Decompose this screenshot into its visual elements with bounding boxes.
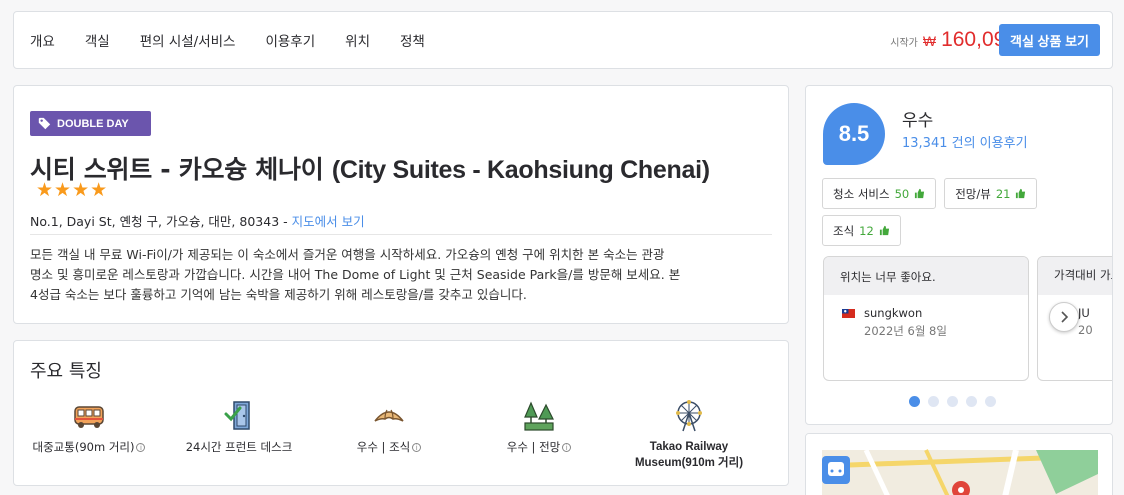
section-tabs: 개요 객실 편의 시설/서비스 이용후기 위치 정책 [30, 30, 425, 50]
hotel-info-card: DOUBLE DAY 시티 스위트 - 카오슝 체나이 (City Suites… [13, 85, 789, 324]
carousel-pagination [909, 396, 996, 407]
review-category-chips: 청소 서비스 50 전망/뷰 21 조식 12 [822, 178, 1102, 246]
review-snippet-text: 가격대비 가오숑의 나다. [1038, 257, 1112, 295]
tab-location[interactable]: 위치 [345, 30, 370, 50]
review-count-number: 13,341 [902, 136, 948, 151]
croissant-icon [374, 409, 404, 422]
description-line: 명소 및 흥미로운 레스토랑과 가깝습니다. 시간을 내어 The Dome o… [30, 267, 681, 282]
review-chip-view[interactable]: 전망/뷰 21 [944, 178, 1038, 209]
currency-symbol: ₩ [922, 33, 937, 49]
feature-label: 우수 | 전망 [506, 440, 561, 454]
review-score-badge: 8.5 [823, 103, 885, 165]
map-preview-card[interactable] [805, 433, 1113, 495]
review-chip-breakfast[interactable]: 조식 12 [822, 215, 901, 246]
feature-item: 대중교통(90m 거리) i [14, 399, 164, 471]
chip-count: 21 [995, 186, 1011, 201]
review-score-word: 우수 [902, 111, 934, 131]
address-text: No.1, Dayi St, 옌청 구, 가오슝, 대만, 80343 - [30, 214, 292, 229]
star-rating: ★ ★ ★ ★ [36, 180, 107, 200]
view-on-map-link[interactable]: 지도에서 보기 [292, 214, 365, 229]
feature-item: 우수 | 조식 i [314, 399, 464, 471]
top-nav-bar: 개요 객실 편의 시설/서비스 이용후기 위치 정책 시작가 ₩ 160,092… [13, 11, 1113, 69]
divider [30, 234, 772, 235]
tab-policies[interactable]: 정책 [400, 30, 425, 50]
review-chip-cleanliness[interactable]: 청소 서비스 50 [822, 178, 937, 209]
star-icon: ★ [72, 179, 90, 201]
review-date: 20 [1078, 323, 1093, 337]
feature-item: 24시간 프런트 데스크 [164, 399, 314, 471]
reviewer-name: JU [1078, 306, 1090, 320]
chip-label: 전망/뷰 [955, 186, 991, 201]
info-icon[interactable]: i [136, 443, 146, 452]
review-count-link[interactable]: 13,341 건의 이용후기 [902, 132, 1028, 151]
chip-count: 12 [859, 223, 874, 238]
bus-icon [74, 406, 104, 428]
view-rooms-button[interactable]: 객실 상품 보기 [999, 24, 1100, 56]
carousel-dot[interactable] [985, 396, 996, 407]
tab-facilities[interactable]: 편의 시설/서비스 [140, 30, 236, 50]
map-image [806, 434, 1112, 495]
carousel-dot[interactable] [928, 396, 939, 407]
chip-count: 50 [894, 186, 910, 201]
tag-icon [38, 117, 51, 130]
features-title: 주요 특징 [30, 361, 102, 382]
star-icon: ★ [36, 179, 54, 201]
chip-label: 청소 서비스 [833, 186, 890, 201]
promo-badge-label: DOUBLE DAY [57, 117, 129, 130]
promo-badge: DOUBLE DAY [30, 111, 151, 136]
reviewer-name: sungkwon [864, 306, 923, 320]
front-desk-door-icon [224, 401, 250, 430]
price-display: 시작가 ₩ 160,092 [890, 28, 1017, 52]
carousel-dot[interactable] [947, 396, 958, 407]
trees-view-icon [524, 401, 554, 431]
thumbs-up-icon [879, 225, 889, 236]
taiwan-flag-icon [842, 309, 855, 318]
star-icon: ★ [54, 179, 72, 201]
tab-reviews[interactable]: 이용후기 [265, 30, 315, 50]
feature-label-line: Takao Railway [649, 441, 729, 453]
feature-label: 대중교통(90m 거리) [32, 440, 135, 454]
carousel-dot[interactable] [909, 396, 920, 407]
feature-item: Takao Railway Museum(910m 거리) [614, 399, 764, 471]
ferris-wheel-icon [676, 400, 702, 432]
review-count-suffix: 건의 이용후기 [947, 136, 1028, 151]
feature-label: 24시간 프런트 데스크 [185, 440, 293, 454]
review-snippet-text: 위치는 너무 좋아요. [824, 257, 1028, 295]
carousel-dot[interactable] [966, 396, 977, 407]
description-line: 4성급 숙소는 보다 훌륭하고 기억에 남는 숙박을 제공하기 위해 레스토랑을… [30, 287, 527, 302]
key-features-card: 주요 특징 대중교통(90m 거리) i 24시간 프런트 데스크 우수 | 조… [13, 340, 789, 486]
tab-rooms[interactable]: 객실 [85, 30, 110, 50]
tab-overview[interactable]: 개요 [30, 30, 55, 50]
feature-item: 우수 | 전망 i [464, 399, 614, 471]
carousel-next-button[interactable] [1049, 302, 1079, 332]
hotel-address: No.1, Dayi St, 옌청 구, 가오슝, 대만, 80343 - 지도… [30, 211, 365, 230]
thumbs-up-icon [915, 188, 925, 199]
thumbs-up-icon [1016, 188, 1026, 199]
chevron-right-icon [1061, 311, 1069, 323]
price-from-label: 시작가 [890, 38, 918, 49]
hotel-description: 모든 객실 내 무료 Wi-Fi이/가 제공되는 이 숙소에서 즐거운 여행을 … [30, 245, 775, 305]
description-line: 모든 객실 내 무료 Wi-Fi이/가 제공되는 이 숙소에서 즐거운 여행을 … [30, 247, 665, 262]
review-summary-card: 8.5 우수 13,341 건의 이용후기 청소 서비스 50 전망/뷰 21 … [805, 85, 1113, 425]
feature-label: 우수 | 조식 [356, 440, 411, 454]
review-snippet-card[interactable]: 위치는 너무 좋아요. sungkwon 2022년 6월 8일 [823, 256, 1029, 381]
feature-label: Takao Railway Museum(910m 거리) [635, 439, 743, 471]
review-date: 2022년 6월 8일 [864, 324, 947, 338]
hotel-title-en: (City Suites - Kaohsiung Chenai) [331, 156, 710, 184]
info-icon[interactable]: i [412, 443, 422, 452]
features-row: 대중교통(90m 거리) i 24시간 프런트 데스크 우수 | 조식 i 우수… [14, 399, 790, 471]
info-icon[interactable]: i [562, 443, 572, 452]
hotel-title: 시티 스위트 - 카오슝 체나이 (City Suites - Kaohsiun… [30, 150, 710, 186]
chip-label: 조식 [833, 223, 855, 238]
star-icon: ★ [90, 179, 108, 201]
feature-label-line: Museum(910m 거리) [634, 457, 744, 469]
